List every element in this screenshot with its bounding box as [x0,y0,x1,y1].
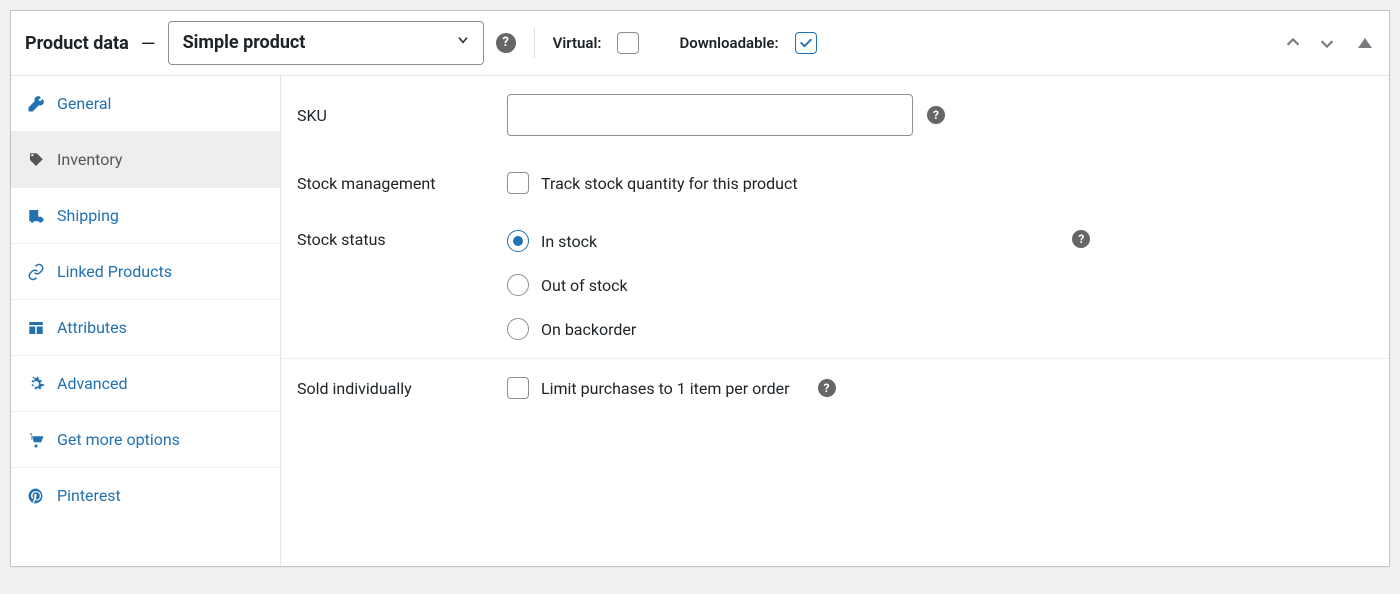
sold-individually-row: Sold individually Limit purchases to 1 i… [281,358,1389,417]
tab-attributes[interactable]: Attributes [11,300,280,356]
tab-label: Linked Products [57,262,172,281]
move-down-button[interactable] [1313,29,1341,57]
track-stock-checkbox[interactable] [507,172,529,194]
inventory-panel: SKU ? Stock management Track stock quant… [281,76,1389,566]
header-handle-actions [1279,29,1375,57]
sold-individually-checkbox[interactable] [507,377,529,399]
stock-status-radio-group: In stock Out of stock On backorder [507,230,636,340]
product-data-header: Product data — Simple product ? Virtual:… [11,11,1389,76]
header-title: Product data [25,33,129,54]
virtual-checkbox[interactable] [617,32,639,54]
tab-pinterest[interactable]: Pinterest [11,468,280,523]
product-type-help-icon[interactable]: ? [496,33,516,53]
move-up-button[interactable] [1279,29,1307,57]
tab-label: General [57,94,111,113]
sold-individually-label: Sold individually [297,379,507,398]
stock-status-option-label: On backorder [541,320,636,339]
header-dash: — [141,32,156,55]
virtual-label: Virtual: [553,34,602,52]
tab-label: Advanced [57,374,128,393]
cart-arrow-icon [27,431,45,449]
sku-row: SKU ? [281,76,1389,154]
tab-linked-products[interactable]: Linked Products [11,244,280,300]
tab-label: Get more options [57,430,180,449]
stock-status-row: Stock status In stock Out of stock [281,212,1389,358]
tab-get-more-options[interactable]: Get more options [11,412,280,468]
stock-status-label: Stock status [297,230,507,249]
link-icon [27,263,45,281]
tab-label: Shipping [57,206,119,225]
tab-shipping[interactable]: Shipping [11,188,280,244]
triangle-up-icon [1358,38,1372,48]
tab-label: Attributes [57,318,127,337]
tab-label: Pinterest [57,486,121,505]
stock-status-out-of-stock-radio[interactable] [507,274,529,296]
stock-status-option-label: Out of stock [541,276,628,295]
tab-inventory[interactable]: Inventory [11,132,280,188]
sold-individually-text: Limit purchases to 1 item per order [541,379,790,398]
track-stock-text: Track stock quantity for this product [541,174,798,193]
tab-general[interactable]: General [11,76,280,132]
tag-icon [27,151,45,169]
downloadable-checkbox[interactable] [795,32,817,54]
chevron-down-icon [455,21,471,65]
product-type-select[interactable]: Simple product [168,21,484,65]
pinterest-icon [27,487,45,505]
stock-status-option-label: In stock [541,232,597,251]
product-data-metabox: Product data — Simple product ? Virtual:… [10,10,1390,567]
layout-icon [27,319,45,337]
tab-label: Inventory [57,150,123,169]
stock-management-row: Stock management Track stock quantity fo… [281,154,1389,212]
stock-management-label: Stock management [297,174,507,193]
sku-help-icon[interactable]: ? [927,106,945,124]
stock-status-backorder-radio[interactable] [507,318,529,340]
stock-status-help-icon[interactable]: ? [1072,230,1090,248]
product-data-body: General Inventory Shipping Linked Produc… [11,76,1389,566]
wrench-icon [27,95,45,113]
toggle-panel-button[interactable] [1347,29,1375,57]
sku-label: SKU [297,106,507,125]
gear-icon [27,375,45,393]
sku-input[interactable] [507,94,913,136]
stock-status-in-stock-radio[interactable] [507,230,529,252]
sold-individually-help-icon[interactable]: ? [818,379,836,397]
downloadable-label: Downloadable: [679,34,778,52]
product-data-tabs: General Inventory Shipping Linked Produc… [11,76,281,566]
truck-icon [27,207,45,225]
header-divider [534,28,535,58]
tab-advanced[interactable]: Advanced [11,356,280,412]
product-type-value: Simple product [183,21,306,65]
